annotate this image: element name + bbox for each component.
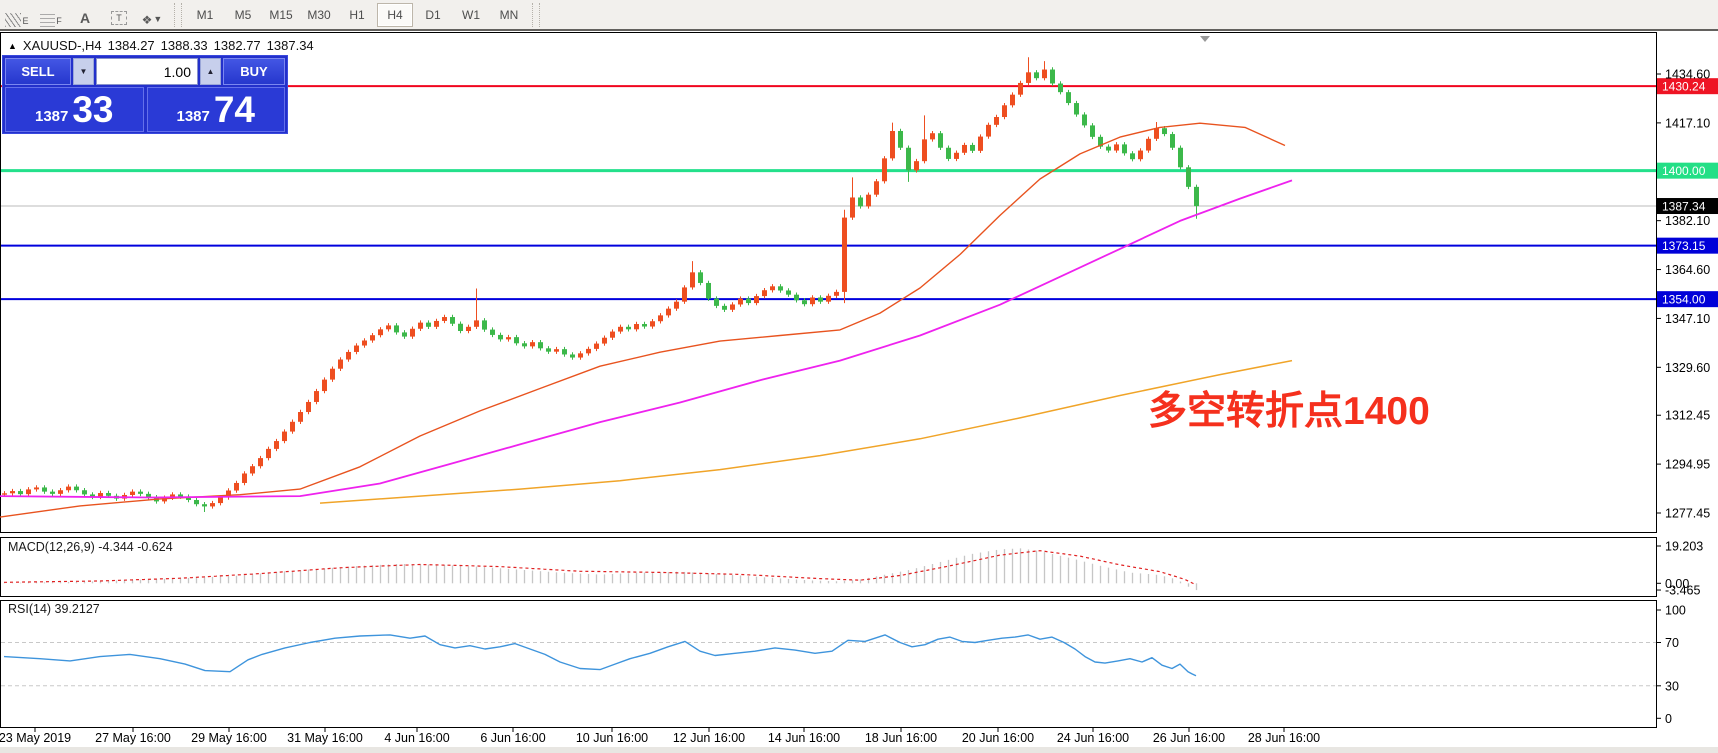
tab-timeframe-m30[interactable]: M30 (301, 3, 337, 27)
svg-text:1382.10: 1382.10 (1665, 214, 1710, 228)
time-axis[interactable]: 23 May 2019 27 May 16:00 29 May 16:00 31 Ma… (0, 727, 1320, 745)
tab-timeframe-d1[interactable]: D1 (415, 3, 451, 27)
ohlc-close: 1387.34 (266, 38, 314, 53)
text-box-letter: T (111, 10, 127, 25)
svg-text:1294.95: 1294.95 (1665, 458, 1710, 472)
volume-down-button[interactable]: ▼ (73, 58, 94, 85)
tab-timeframe-h4[interactable]: H4 (377, 2, 413, 27)
sell-price-box[interactable]: 1387 33 (5, 87, 144, 132)
collapse-arrow-icon[interactable]: ▲ (8, 41, 17, 51)
ohlc-high: 1388.33 (160, 38, 208, 53)
svg-text:1364.60: 1364.60 (1665, 263, 1710, 277)
svg-text:18 Jun 16:00: 18 Jun 16:00 (865, 731, 937, 745)
svg-text:10 Jun 16:00: 10 Jun 16:00 (576, 731, 648, 745)
svg-text:100: 100 (1665, 604, 1686, 618)
buy-button[interactable]: BUY (223, 58, 285, 85)
svg-text:28 Jun 16:00: 28 Jun 16:00 (1248, 731, 1320, 745)
svg-text:1434.60: 1434.60 (1665, 68, 1710, 82)
svg-text:4 Jun 16:00: 4 Jun 16:00 (384, 731, 449, 745)
svg-text:23 May 2019: 23 May 2019 (0, 731, 71, 745)
svg-text:1417.10: 1417.10 (1665, 116, 1710, 130)
ohlc-low: 1382.77 (213, 38, 261, 53)
mt4-chart-window: 1430.24 1400.00 1387.34 1373.15 1354.00 1434.… (0, 0, 1718, 753)
svg-text:31 May 16:00: 31 May 16:00 (287, 731, 363, 745)
one-click-trading-panel: SELL ▼ ▲ BUY 1387 33 1387 74 (2, 55, 288, 134)
svg-text:0: 0 (1665, 712, 1672, 726)
arrows-icon[interactable]: ❖ ▼ (138, 3, 168, 27)
crayon-draw-icon[interactable]: E (2, 3, 32, 27)
svg-text:26 Jun 16:00: 26 Jun 16:00 (1153, 731, 1225, 745)
fibonacci-icon[interactable]: F (36, 3, 66, 27)
svg-text:1347.10: 1347.10 (1665, 312, 1710, 326)
svg-text:6 Jun 16:00: 6 Jun 16:00 (480, 731, 545, 745)
svg-text:70: 70 (1665, 636, 1679, 650)
svg-text:1277.45: 1277.45 (1665, 507, 1710, 521)
text-label-letter: A (79, 9, 91, 26)
rsi-indicator-label: RSI(14) 39.2127 (8, 602, 100, 616)
buy-price-box[interactable]: 1387 74 (146, 87, 285, 132)
chevron-down-icon: ▼ (153, 13, 163, 24)
svg-text:1373.15: 1373.15 (1662, 239, 1706, 253)
svg-text:27 May 16:00: 27 May 16:00 (95, 731, 171, 745)
svg-text:-3.465: -3.465 (1665, 584, 1700, 598)
sell-price-main: 1387 (34, 108, 69, 125)
volume-up-button[interactable]: ▲ (200, 58, 221, 85)
svg-text:1312.45: 1312.45 (1665, 409, 1710, 423)
buy-price-main: 1387 (176, 108, 210, 125)
svg-text:1329.60: 1329.60 (1665, 361, 1710, 375)
tab-timeframe-h1[interactable]: H1 (339, 3, 375, 27)
ohlc-open: 1384.27 (107, 38, 155, 53)
svg-text:30: 30 (1665, 679, 1679, 693)
tab-timeframe-m15[interactable]: M15 (263, 3, 299, 27)
svg-text:12 Jun 16:00: 12 Jun 16:00 (673, 731, 745, 745)
tab-timeframe-m5[interactable]: M5 (225, 3, 261, 27)
volume-input[interactable] (96, 58, 198, 85)
toolbar-separator (174, 2, 182, 27)
svg-text:29 May 16:00: 29 May 16:00 (191, 731, 267, 745)
symbol-name: XAUUSD-,H4 (22, 38, 102, 53)
fibonacci-letter: F (56, 15, 62, 26)
symbol-header: ▲ XAUUSD-,H4 1384.27 1388.33 1382.77 138… (8, 38, 314, 53)
text-label-icon[interactable]: A (70, 3, 100, 27)
arrows-glyph: ❖ (141, 12, 153, 27)
svg-text:14 Jun 16:00: 14 Jun 16:00 (768, 731, 840, 745)
tab-timeframe-m1[interactable]: M1 (187, 3, 223, 27)
toolbar: E F A T ❖ ▼ M1 M5 M15 M30 H1 H4 D1 W1 MN (0, 0, 1718, 31)
buy-price-pips: 74 (213, 89, 256, 130)
svg-text:1354.00: 1354.00 (1662, 293, 1706, 307)
timeframe-buttons: M1 M5 M15 M30 H1 H4 D1 W1 MN (186, 2, 528, 27)
svg-text:19.203: 19.203 (1665, 540, 1703, 554)
chart-annotation-text[interactable]: 多空转折点1400 (1148, 380, 1430, 436)
sell-price-pips: 33 (72, 89, 114, 130)
svg-text:1400.00: 1400.00 (1662, 164, 1706, 178)
macd-indicator-label: MACD(12,26,9) -4.344 -0.624 (8, 540, 173, 554)
sell-button[interactable]: SELL (5, 58, 71, 85)
crayon-draw-letter: E (22, 15, 29, 26)
svg-text:20 Jun 16:00: 20 Jun 16:00 (962, 731, 1034, 745)
svg-text:1387.34: 1387.34 (1662, 200, 1706, 214)
svg-text:1430.24: 1430.24 (1662, 80, 1706, 94)
fibonacci-glyph (40, 13, 56, 27)
toolbar-separator-2 (532, 2, 540, 27)
tab-timeframe-w1[interactable]: W1 (453, 3, 489, 27)
crayon-draw-glyph (5, 12, 22, 27)
svg-text:24 Jun 16:00: 24 Jun 16:00 (1057, 731, 1129, 745)
tab-timeframe-mn[interactable]: MN (491, 3, 527, 27)
pane-frames (0, 32, 1718, 753)
text-box-icon[interactable]: T (104, 3, 134, 27)
